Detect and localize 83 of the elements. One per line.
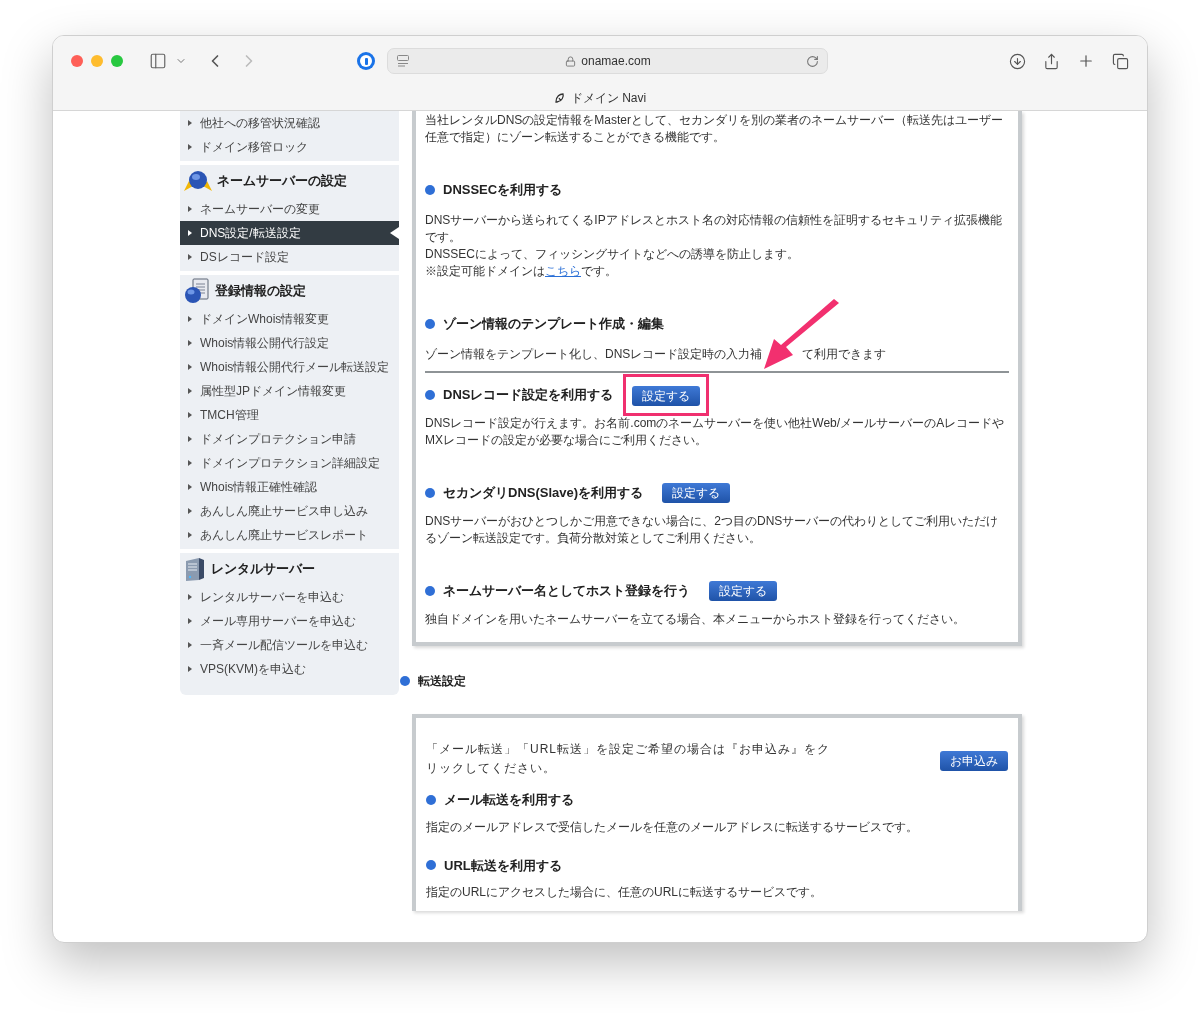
url-text: onamae.com [581,53,651,70]
section-description: DNSサーバーから送られてくるIPアドレスとホスト名の対応情報の信頼性を証明するセキュリティ拡張機能です。 DNSSECによって、フィッシングサイトなどへの誘導を防止します。 [425,212,1003,263]
bullet-icon [188,532,192,538]
sidebar-heading: レンタルサーバー [211,560,315,579]
section-title: ゾーン情報のテンプレート作成・編集 [443,315,664,334]
sidebar-item[interactable]: あんしん廃止サービスレポート [180,523,399,547]
sidebar-heading: 登録情報の設定 [215,282,306,301]
setting-button[interactable]: 設定する [662,483,731,503]
forwarding-intro: 「メール転送」「URL転送」を設定ご希望の場合は『お申込み』をクリックしてください。 [426,741,831,777]
section-description: 指定のURLにアクセスした場合に、任意のURLに転送するサービスです。 [426,884,823,901]
notch-icon [390,227,399,239]
lock-icon [565,55,577,67]
page-menu-icon[interactable] [396,54,410,68]
setting-button[interactable]: お申込み [940,751,1008,771]
bullet-icon [188,120,192,126]
sidebar-item[interactable]: ドメインプロテクション詳細設定 [180,451,399,475]
bullet-icon [188,340,192,346]
sidebar-item[interactable]: Whois情報公開代行メール転送設定 [180,355,399,379]
server-tower-icon [183,556,207,582]
section-title: DNSレコード設定を利用する [443,386,614,405]
bullet-icon [188,594,192,600]
bullet-icon [188,460,192,466]
sidebar-item[interactable]: 一斉メール配信ツールを申込む [180,633,399,657]
bullet-icon [188,508,192,514]
section-description: ゾーン情報をテンプレート化し、DNSレコード設定時の入力補 て利用できます [425,346,1009,363]
sidebar-item[interactable]: レンタルサーバーを申込む [180,585,399,609]
section-description: 指定のメールアドレスで受信したメールを任意のメールアドレスに転送するサービスです。 [426,818,919,836]
sidebar-item[interactable]: ドメインWhois情報変更 [180,307,399,331]
new-tab-icon[interactable] [1077,52,1095,70]
bullet-icon [188,666,192,672]
download-icon[interactable] [1009,52,1026,70]
setting-button[interactable]: 設定する [632,386,701,406]
note-text: ※設定可能ドメインはこちらです。 [425,263,618,280]
browser-tab[interactable]: ドメイン Navi [547,89,653,107]
intro-text: 当社レンタルDNSの設定情報をMasterとして、セカンダリを別の業者のネームサーバー（転送先はユーザー任意で指定）にゾーン転送することができる機能です。 [425,112,1004,146]
bullet-icon [188,316,192,322]
section-description: 独自ドメインを用いたネームサーバーを立てる場合、本メニューからホスト登録を行ってください。 [425,611,966,628]
bullet-icon [188,206,192,212]
bullet-icon [188,254,192,260]
sidebar-item[interactable]: VPS(KVM)を申込む [180,657,399,681]
password-manager-icon[interactable] [357,52,375,70]
section-title: URL転送を利用する [444,856,562,875]
share-icon[interactable] [1043,52,1060,70]
sidebar-item[interactable]: 他社への移管状況確認 [180,111,399,135]
sidebar-item[interactable]: Whois情報正確性確認 [180,475,399,499]
bullet-icon [188,230,192,236]
sidebar-heading: ネームサーバーの設定 [217,172,347,191]
address-bar[interactable]: onamae.com [387,48,828,74]
section-title: セカンダリDNS(Slave)を利用する [443,484,644,503]
here-link[interactable]: こちら [545,264,581,278]
sidebar-item[interactable]: Whois情報公開代行設定 [180,331,399,355]
reload-icon[interactable] [806,54,819,68]
bullet-icon [188,388,192,394]
bullet-icon [188,618,192,624]
sidebar-item[interactable]: ドメインプロテクション申請 [180,427,399,451]
section-description: DNSサーバーがおひとつしかご用意できない場合に、2つ目のDNSサーバーの代わりとしてご利用いただけるゾーン転送設定です。負荷分散対策としてご利用ください。 [425,513,1000,547]
document-globe-icon [183,278,211,304]
sidebar-item[interactable]: あんしん廃止サービス申し込み [180,499,399,523]
section-description: DNSレコード設定が行えます。お名前.comのネームサーバーを使い他社Web/メールサーバーのAレコードやMXレコードの設定が必要な場合にご利用ください。 [425,415,1006,449]
setting-button[interactable]: 設定する [709,581,777,601]
bullet-icon [188,436,192,442]
zoom-window-icon[interactable] [111,55,123,67]
globe-icon [183,169,213,193]
sidebar-item[interactable]: メール専用サーバーを申込む [180,609,399,633]
sidebar-item[interactable]: ネームサーバーの変更 [180,197,399,221]
bullet-icon [188,412,192,418]
bullet-icon [188,484,192,490]
tab-overview-icon[interactable] [1112,52,1129,70]
sidebar-item[interactable]: 属性型JPドメイン情報変更 [180,379,399,403]
section-title: ネームサーバー名としてホスト登録を行う [443,582,690,601]
bullet-icon [188,364,192,370]
section-title: メール転送を利用する [444,791,574,809]
forwarding-heading: 転送設定 [418,673,466,690]
close-window-icon[interactable] [71,55,83,67]
sidebar-toggle-icon[interactable] [149,52,167,70]
section-title: DNSSECを利用する [443,181,563,200]
sidebar-item[interactable]: TMCH管理 [180,403,399,427]
favicon-icon [553,92,566,104]
bullet-icon [188,642,192,648]
sidebar-item[interactable]: DNS設定/転送設定 [180,221,399,245]
bullet-icon [188,144,192,150]
sidebar-item[interactable]: DSレコード設定 [180,245,399,269]
sidebar-item[interactable]: ドメイン移管ロック [180,135,399,159]
